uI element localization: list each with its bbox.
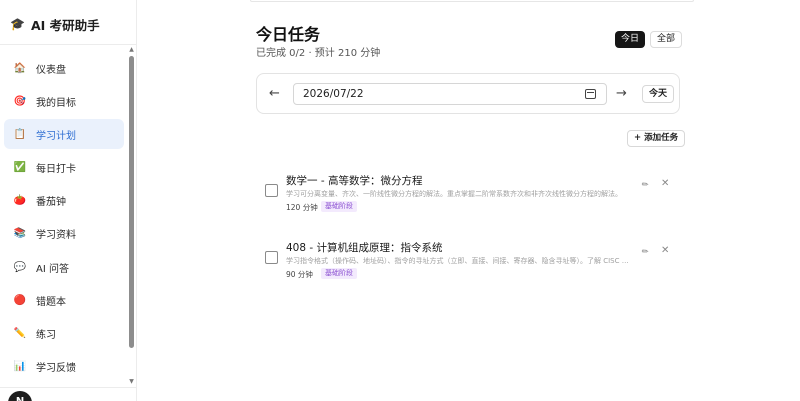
task-description: 学习可分离变量、齐次、一阶线性微分方程的解法。重点掌握二阶常系数齐次和非齐次线性… bbox=[286, 190, 622, 198]
books-icon: 📚 bbox=[13, 228, 27, 240]
sidebar-item-mistakes[interactable]: 🔴 错题本 bbox=[4, 285, 124, 315]
pencil-icon: ✏️ bbox=[13, 328, 27, 339]
sidebar-bottom-divider bbox=[0, 387, 136, 388]
delete-x-icon[interactable]: ✕ bbox=[661, 245, 669, 256]
brand-divider bbox=[0, 44, 136, 45]
sidebar-item-label: 学习反馈 bbox=[36, 363, 76, 375]
today-button[interactable]: 今天 bbox=[642, 85, 675, 103]
task-checkbox[interactable] bbox=[265, 251, 278, 264]
view-all-button[interactable]: 全部 bbox=[650, 31, 683, 48]
sidebar-item-dashboard[interactable]: 🏠 仪表盘 bbox=[4, 53, 124, 83]
calendar-icon[interactable] bbox=[585, 89, 596, 99]
date-input[interactable]: 2026/07/22 bbox=[293, 83, 607, 105]
scroll-up-icon[interactable]: ▲ bbox=[128, 46, 135, 54]
sidebar-item-study-plan[interactable]: 📋 学习计划 bbox=[4, 119, 124, 150]
avatar[interactable]: N bbox=[8, 391, 32, 401]
target-icon: 🎯 bbox=[13, 95, 27, 107]
sidebar: 🎓 AI 考研助手 🏠 仪表盘 🎯 我的目标 📋 学习计划 ✅ 每日打卡 🍅 番… bbox=[0, 0, 137, 401]
add-task-button[interactable]: + 添加任务 bbox=[627, 130, 686, 147]
prev-day-arrow-icon[interactable]: ← bbox=[269, 84, 280, 104]
sidebar-item-label: 学习资料 bbox=[36, 230, 76, 242]
stage-badge: 基础阶段 bbox=[321, 268, 357, 279]
task-item: 数学一 - 高等数学：微分方程 学习可分离变量、齐次、一阶线性微分方程的解法。重… bbox=[256, 173, 680, 225]
task-title: 数学一 - 高等数学：微分方程 bbox=[286, 175, 423, 187]
sidebar-item-practice[interactable]: ✏️ 练习 bbox=[4, 319, 124, 349]
sidebar-item-label: 每日打卡 bbox=[36, 164, 76, 176]
sidebar-item-label: 仪表盘 bbox=[36, 64, 66, 76]
red-circle-icon: 🔴 bbox=[13, 294, 27, 306]
page-title: 今日任务 bbox=[256, 25, 321, 44]
next-day-arrow-icon[interactable]: → bbox=[616, 84, 627, 104]
sidebar-scrollbar[interactable]: ▲ ▼ bbox=[128, 46, 135, 388]
clipboard-icon: 📋 bbox=[13, 128, 27, 140]
progress-summary: 已完成 0/2 · 预计 210 分钟 bbox=[256, 48, 381, 59]
brand[interactable]: 🎓 AI 考研助手 bbox=[10, 14, 100, 34]
task-item: 408 - 计算机组成原理：指令系统 学习指令格式（操作码、地址码）、指令的寻址… bbox=[256, 240, 680, 292]
sidebar-nav: 🏠 仪表盘 🎯 我的目标 📋 学习计划 ✅ 每日打卡 🍅 番茄钟 📚 学习资料 … bbox=[4, 53, 124, 385]
sidebar-item-label: 我的目标 bbox=[36, 97, 76, 109]
bar-chart-icon: 📊 bbox=[13, 361, 27, 373]
scroll-down-icon[interactable]: ▼ bbox=[128, 378, 135, 386]
top-panel-edge bbox=[250, 0, 694, 2]
sidebar-item-ai-qa[interactable]: 💬 AI 问答 bbox=[4, 252, 124, 282]
house-icon: 🏠 bbox=[13, 62, 27, 74]
date-value: 2026/07/22 bbox=[303, 88, 364, 100]
task-title: 408 - 计算机组成原理：指令系统 bbox=[286, 242, 443, 254]
app: 🎓 AI 考研助手 🏠 仪表盘 🎯 我的目标 📋 学习计划 ✅ 每日打卡 🍅 番… bbox=[0, 0, 800, 401]
sidebar-item-label: AI 问答 bbox=[36, 263, 69, 275]
edit-pencil-icon[interactable]: ✎ bbox=[640, 179, 651, 190]
edit-pencil-icon[interactable]: ✎ bbox=[640, 246, 651, 257]
task-duration: 90 分钟 bbox=[286, 270, 313, 279]
view-today-button[interactable]: 今日 bbox=[615, 31, 646, 48]
task-checkbox[interactable] bbox=[265, 184, 278, 197]
date-navigator: ← 2026/07/22 → 今天 bbox=[256, 73, 680, 114]
task-description: 学习指令格式（操作码、地址码）、指令的寻址方式（立即、直接、间接、寄存器、隐含寻… bbox=[286, 257, 631, 265]
graduation-cap-icon: 🎓 bbox=[10, 17, 25, 31]
sidebar-item-materials[interactable]: 📚 学习资料 bbox=[4, 219, 124, 249]
sidebar-item-label: 学习计划 bbox=[36, 130, 76, 142]
check-icon: ✅ bbox=[13, 162, 27, 174]
sidebar-item-feedback[interactable]: 📊 学习反馈 bbox=[4, 352, 124, 382]
sidebar-item-label: 番茄钟 bbox=[36, 197, 66, 209]
task-duration: 120 分钟 bbox=[286, 203, 318, 212]
sidebar-item-checkin[interactable]: ✅ 每日打卡 bbox=[4, 153, 124, 183]
sidebar-item-label: 练习 bbox=[36, 330, 56, 341]
sidebar-item-pomodoro[interactable]: 🍅 番茄钟 bbox=[4, 186, 124, 216]
scroll-thumb[interactable] bbox=[129, 56, 134, 348]
app-title: AI 考研助手 bbox=[30, 17, 100, 33]
sidebar-item-label: 错题本 bbox=[36, 296, 66, 308]
tomato-icon: 🍅 bbox=[13, 195, 27, 207]
speech-bubble-icon: 💬 bbox=[13, 261, 27, 273]
delete-x-icon[interactable]: ✕ bbox=[661, 178, 669, 189]
sidebar-item-goals[interactable]: 🎯 我的目标 bbox=[4, 86, 124, 116]
stage-badge: 基础阶段 bbox=[321, 201, 357, 212]
